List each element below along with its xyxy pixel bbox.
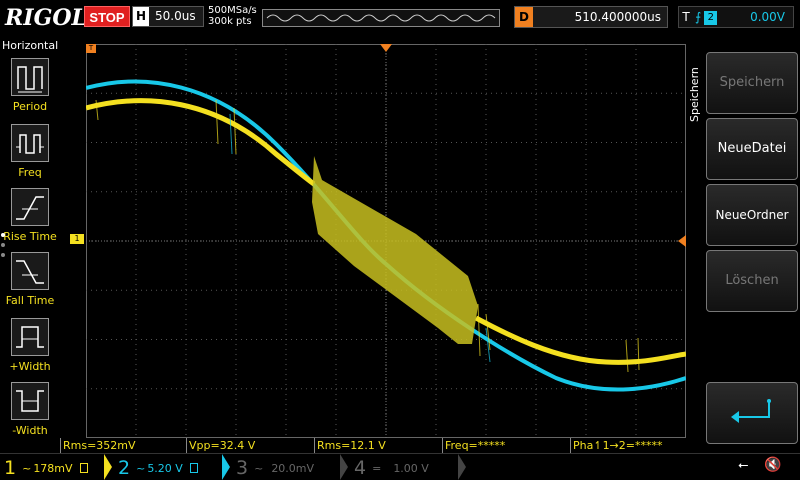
speaker-mute-icon[interactable]: 🔇 [764, 457, 781, 473]
sample-rate: 500MSa/s [208, 5, 257, 16]
channel-4-status[interactable]: 4 = 1.00 V [354, 456, 429, 480]
delay-box[interactable]: D 510.400000us [514, 6, 668, 28]
horizontal-measure-menu: Horizontal Period Freq Rise Time Fall Ti… [0, 38, 60, 452]
measurement-bar: Rms=352mV Vpp=32.4 V Rms=12.1 V Freq=***… [60, 438, 700, 453]
negative-width-icon [11, 382, 49, 420]
new-file-label: NeueDatei [717, 141, 787, 156]
positive-width-label: +Width [9, 360, 51, 373]
channel-bar: 1 ~178mV 2 ~5.20 V 3 ~20.0mV 4 = 1.00 V ⭠ 🔇 [0, 453, 800, 480]
delete-label: Löschen [725, 273, 779, 288]
channel-separator-2 [222, 454, 230, 480]
enter-arrow-icon [731, 399, 771, 423]
channel-2-status[interactable]: 2 ~5.20 V [118, 456, 199, 480]
measure-fall-time-button[interactable]: Fall Time [0, 252, 60, 316]
channel-1-number: 1 [4, 457, 17, 479]
negative-width-label: -Width [12, 424, 48, 437]
channel-separator-1 [104, 454, 112, 480]
save-button[interactable]: Speichern [706, 52, 798, 114]
horizontal-label: H [133, 7, 149, 26]
run-stop-status[interactable]: STOP [84, 6, 130, 27]
measure-rise-time-button[interactable]: Rise Time [0, 188, 60, 252]
period-icon [11, 58, 49, 96]
trigger-box[interactable]: T ⨍ 2 0.00V [678, 6, 794, 28]
channel-separator-4 [458, 454, 466, 480]
trigger-source: 2 [704, 11, 718, 25]
new-file-button[interactable]: NeueDatei [706, 118, 798, 180]
rising-edge-icon: ⨍ [695, 10, 702, 24]
channel-1-ground-marker[interactable]: 1 [70, 234, 84, 244]
positive-width-icon [11, 318, 49, 356]
period-label: Period [12, 100, 48, 113]
page-dots [1, 233, 7, 263]
channel-4-number: 4 [354, 457, 367, 479]
save-menu: Speichern Speichern NeueDatei NeueOrdner… [686, 38, 800, 452]
channel-1-status[interactable]: 1 ~178mV [4, 456, 89, 480]
channel-2-coupling: ~ [136, 462, 146, 475]
right-menu-title: Speichern [688, 67, 701, 122]
measurement-2[interactable]: Vpp=32.4 V [186, 438, 314, 453]
freq-label: Freq [18, 166, 42, 179]
channel-1-scale: 178mV [33, 462, 73, 475]
memory-overview-strip [262, 9, 500, 27]
new-folder-label: NeueOrdner [715, 208, 789, 222]
save-button-label: Speichern [719, 75, 785, 90]
channel-1-coupling: ~ [22, 462, 32, 475]
measurement-5[interactable]: Pha↿1→2=***** [570, 438, 698, 453]
delay-label: D [515, 7, 533, 27]
waveform-display[interactable] [85, 44, 687, 438]
channel-4-scale: 1.00 V [393, 462, 429, 475]
enter-button[interactable] [706, 382, 798, 444]
channel-1-bw-icon [80, 463, 89, 473]
measurement-1[interactable]: Rms=352mV [60, 438, 186, 453]
channel-4-coupling: = [372, 462, 382, 475]
frequency-icon [11, 124, 49, 162]
new-folder-button[interactable]: NeueOrdner [706, 184, 798, 246]
delay-value: 510.400000us [574, 10, 661, 24]
fall-time-label: Fall Time [5, 294, 55, 307]
fall-time-icon [11, 252, 49, 290]
measure-negative-width-button[interactable]: -Width [0, 382, 60, 446]
memory-overview-waveform [266, 14, 496, 22]
left-menu-title: Horizontal [2, 39, 59, 52]
channel-separator-3 [340, 454, 348, 480]
top-status-bar: RIGOL STOP H 50.0us 500MSa/s 300k pts D 51… [0, 0, 800, 38]
measure-period-button[interactable]: Period [0, 58, 60, 122]
trigger-level: 0.00V [750, 10, 785, 24]
memory-depth: 300k pts [208, 16, 252, 27]
acquisition-info: 500MSa/s 300k pts [208, 5, 257, 27]
channel-3-number: 3 [236, 457, 249, 479]
channel-2-number: 2 [118, 457, 131, 479]
channel-2-scale: 5.20 V [147, 462, 183, 475]
measurement-3[interactable]: Rms=12.1 V [314, 438, 442, 453]
measurement-4[interactable]: Freq=***** [442, 438, 570, 453]
channel-3-coupling: ~ [254, 462, 264, 475]
measure-freq-button[interactable]: Freq [0, 124, 60, 188]
rise-time-icon [11, 188, 49, 226]
channel-3-scale: 20.0mV [271, 462, 315, 475]
delete-button[interactable]: Löschen [706, 250, 798, 312]
waveform-svg [85, 44, 687, 438]
channel-2-bw-icon [190, 463, 199, 473]
trigger-label: T [682, 10, 690, 24]
rise-time-label: Rise Time [3, 230, 57, 243]
timebase-value: 50.0us [155, 9, 196, 23]
channel-3-status[interactable]: 3 ~20.0mV [236, 456, 314, 480]
measure-positive-width-button[interactable]: +Width [0, 318, 60, 382]
timebase-box[interactable]: H 50.0us [132, 6, 204, 27]
usb-icon: ⭠ [738, 458, 749, 473]
trigger-start-marker[interactable]: T [86, 44, 96, 53]
rigol-logo: RIGOL [5, 5, 87, 31]
